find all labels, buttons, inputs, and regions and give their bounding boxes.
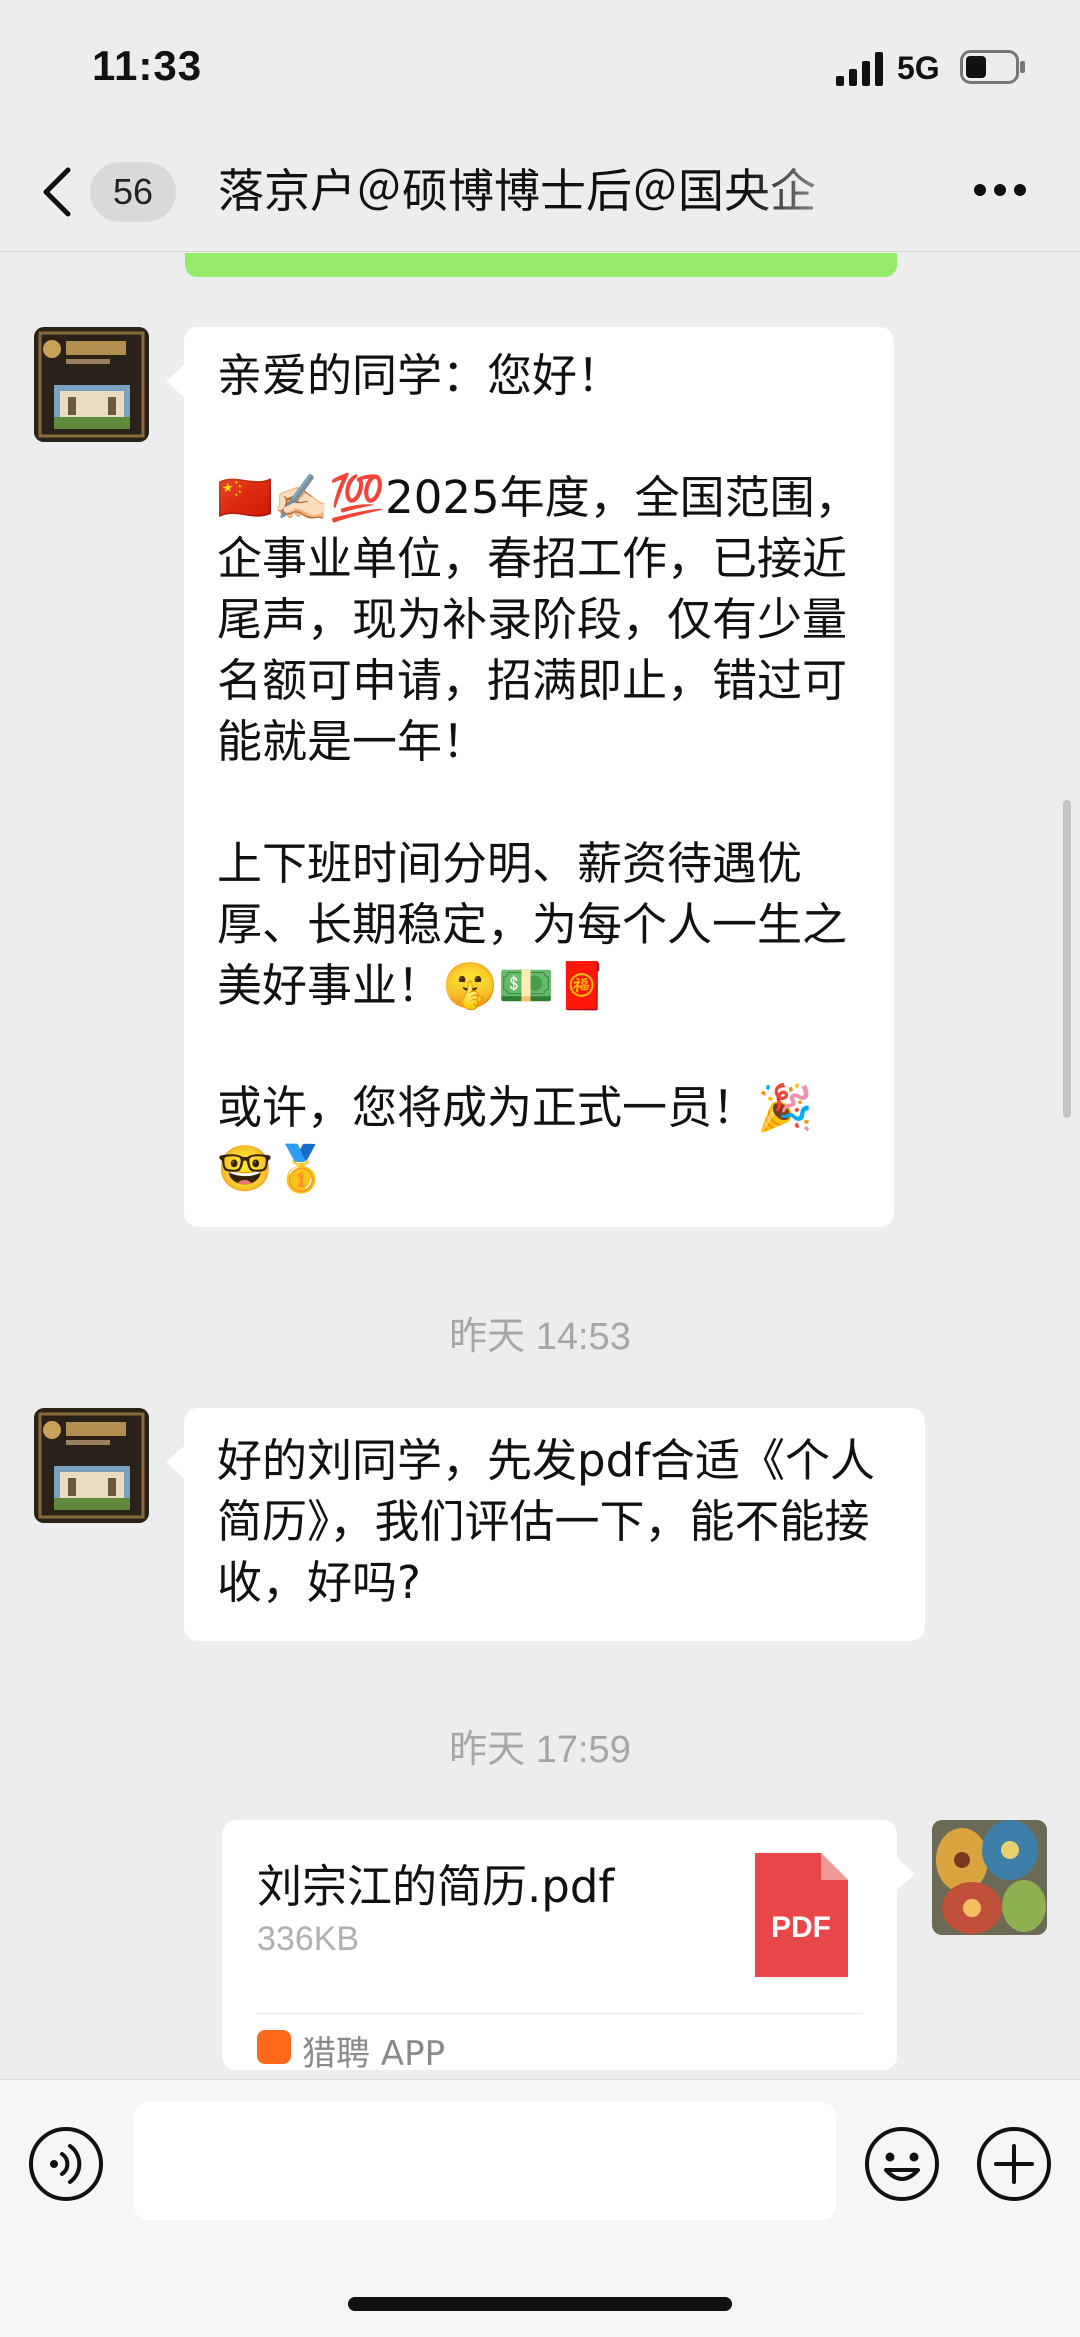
- message-text: 或许，您将成为正式一员！🎉🤓🥇: [217, 1081, 814, 1195]
- voice-icon[interactable]: [28, 2126, 104, 2202]
- tsinghua-university-avatar[interactable]: [34, 1408, 149, 1523]
- chat-header: 56 落京户＠硕博博士后＠国央企: [0, 130, 1080, 252]
- previous-message-bubble[interactable]: [185, 253, 897, 277]
- painted-eggs-avatar[interactable]: [932, 1820, 1047, 1935]
- smiley-icon[interactable]: [864, 2126, 940, 2202]
- message-text: 亲爱的同学：您好！: [217, 349, 623, 402]
- signal-icon: [836, 52, 883, 86]
- message-text: 上下班时间分明、薪资待遇优厚、长期稳定，为每个人一生之美好事业！🤫💵🧧: [217, 837, 848, 1012]
- message-bubble[interactable]: 好的刘同学，先发pdf合适《个人简历》，我们评估一下，能不能接收，好吗?: [166, 1408, 925, 1641]
- file-message-card[interactable]: 刘宗江的简历.pdf 336KB PDF 猎聘 APP: [222, 1820, 915, 2074]
- message-text: 🇨🇳✍🏻💯2025年度，全国范围，企事业单位，春招工作，已接近尾声，现为补录阶段…: [217, 471, 860, 768]
- chevron-left-icon[interactable]: [40, 166, 74, 218]
- file-name: 刘宗江的简历.pdf: [257, 1860, 615, 1913]
- network-type: 5G: [897, 50, 940, 86]
- tsinghua-university-avatar[interactable]: [34, 327, 149, 442]
- status-time: 11:33: [92, 42, 203, 89]
- divider: [257, 2013, 862, 2014]
- message-bubble[interactable]: 亲爱的同学：您好！ 🇨🇳✍🏻💯2025年度，全国范围，企事业单位，春招工作，已接…: [166, 327, 894, 1227]
- chat-title: 落京户＠硕博博士后＠国央企: [218, 164, 816, 218]
- file-size: 336KB: [257, 1920, 360, 1958]
- pdf-file-icon: PDF: [755, 1853, 848, 1977]
- plus-icon[interactable]: [976, 2126, 1052, 2202]
- battery-icon: [960, 50, 1025, 84]
- timestamp: 昨天 17:59: [449, 1729, 631, 1771]
- source-app-label: 猎聘 APP: [302, 2034, 446, 2074]
- ellipsis-icon[interactable]: [972, 180, 1028, 200]
- status-bar: 11:33 5G: [0, 0, 1080, 130]
- message-input[interactable]: [134, 2102, 836, 2220]
- unread-count-badge[interactable]: 56: [90, 162, 176, 222]
- liepin-app-icon: [257, 2030, 291, 2064]
- pdf-icon-label: PDF: [771, 1911, 831, 1944]
- timestamp: 昨天 14:53: [449, 1316, 631, 1358]
- home-indicator[interactable]: [348, 2297, 732, 2311]
- chat-messages[interactable]: 亲爱的同学：您好！ 🇨🇳✍🏻💯2025年度，全国范围，企事业单位，春招工作，已接…: [0, 253, 1080, 2079]
- scrollbar[interactable]: [1063, 800, 1071, 1118]
- message-text: 好的刘同学，先发pdf合适《个人简历》，我们评估一下，能不能接收，好吗?: [217, 1434, 875, 1609]
